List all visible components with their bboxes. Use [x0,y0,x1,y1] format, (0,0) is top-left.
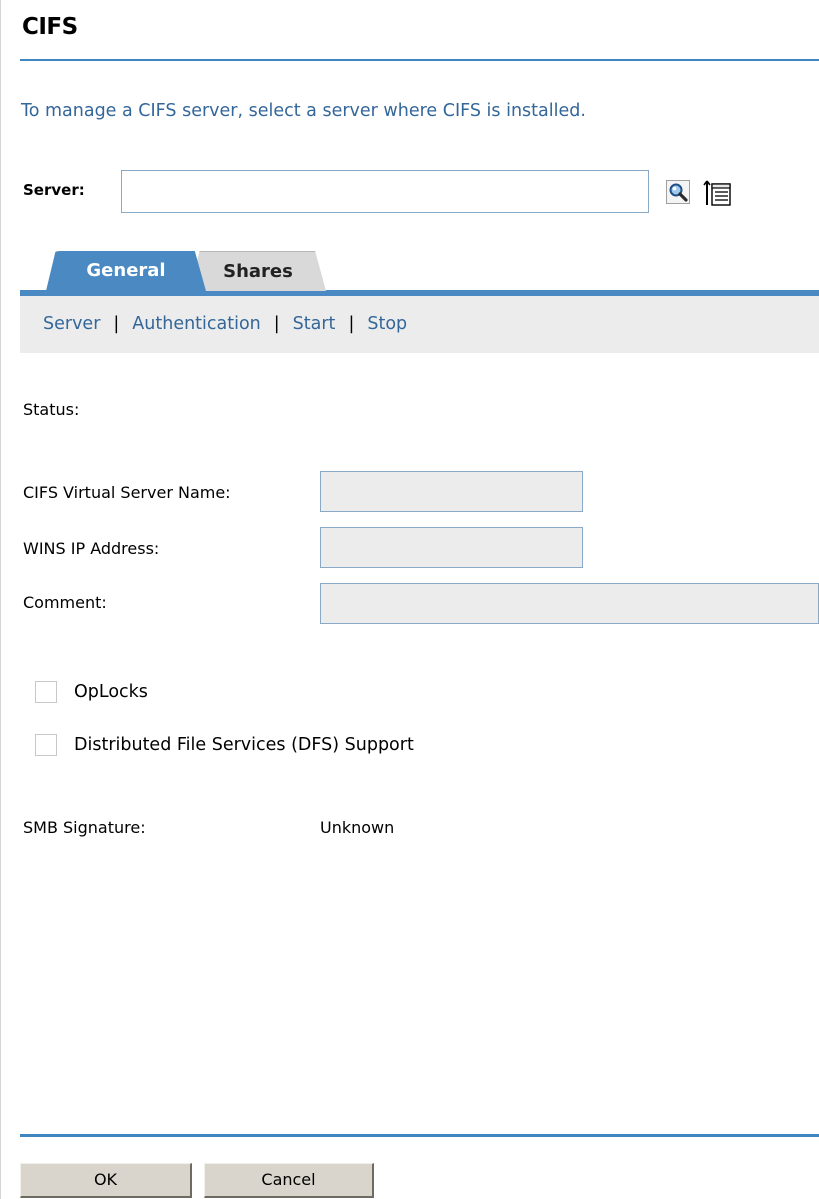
tab-shares[interactable]: Shares [190,251,326,291]
subnav-separator: | [273,314,280,334]
instructions-text: To manage a CIFS server, select a server… [21,101,586,121]
subnav-separator: | [113,314,120,334]
server-label: Server: [23,181,85,199]
subnav-link-authentication[interactable]: Authentication [132,314,260,334]
wins-ip-address-field[interactable] [320,527,583,568]
server-input[interactable] [121,170,649,213]
search-icon[interactable] [666,180,690,204]
status-label: Status: [23,400,80,419]
comment-label: Comment: [23,593,107,612]
footer-divider [20,1134,819,1137]
smb-signature-value: Unknown [320,818,395,837]
wins-ip-address-label: WINS IP Address: [23,539,160,558]
subnav-link-stop[interactable]: Stop [367,314,407,334]
dfs-support-checkbox[interactable] [35,734,57,756]
subnav-link-start[interactable]: Start [293,314,336,334]
tab-strip: General Shares [20,243,819,291]
oplocks-label: OpLocks [74,682,148,702]
virtual-server-name-label: CIFS Virtual Server Name: [23,483,231,502]
title-divider [20,59,819,61]
virtual-server-name-field[interactable] [320,471,583,512]
page-title: CIFS [22,14,78,40]
subnav-separator: | [348,314,355,334]
object-browser-icon[interactable] [703,178,733,208]
subnav-bar: Server | Authentication | Start | Stop [20,296,819,353]
comment-field[interactable] [320,583,819,624]
tab-general[interactable]: General [46,251,206,291]
subnav-link-server[interactable]: Server [43,314,100,334]
cifs-page: CIFS To manage a CIFS server, select a s… [0,0,819,1199]
cancel-button[interactable]: Cancel [204,1163,374,1198]
dfs-support-label: Distributed File Services (DFS) Support [74,735,414,755]
smb-signature-label: SMB Signature: [23,818,146,837]
ok-button[interactable]: OK [20,1163,192,1198]
oplocks-checkbox[interactable] [35,681,57,703]
